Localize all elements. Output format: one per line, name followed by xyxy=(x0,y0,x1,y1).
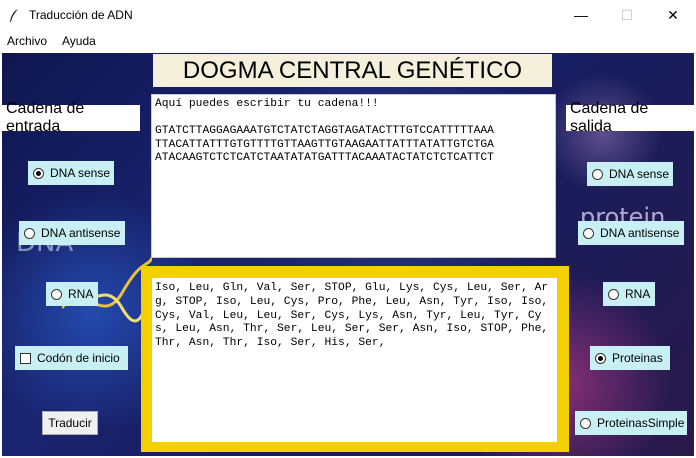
menu-ayuda[interactable]: Ayuda xyxy=(62,34,96,48)
option-label: DNA antisense xyxy=(41,226,121,240)
option-label: Proteinas xyxy=(612,351,663,365)
maximize-button[interactable]: ☐ xyxy=(604,0,650,30)
title-bar: Traducción de ADN — ☐ ✕ xyxy=(0,0,696,32)
option-label: RNA xyxy=(68,287,94,301)
input-option-dna-sense[interactable]: DNA sense xyxy=(28,161,114,185)
option-label: DNA sense xyxy=(50,166,111,180)
radio-icon[interactable] xyxy=(583,227,594,239)
input-textarea[interactable]: Aquí puedes escribir tu cadena!!! GTATCT… xyxy=(151,94,556,258)
input-label: Cadena de entrada xyxy=(2,100,140,135)
app-canvas: DNA protein DOGMA CENTRAL GENÉTICO Caden… xyxy=(2,53,694,456)
radio-icon[interactable] xyxy=(592,168,603,180)
menu-bar: Archivo Ayuda xyxy=(0,32,696,52)
option-label: RNA xyxy=(625,287,651,301)
output-option-proteinas-simple[interactable]: ProteinasSimple xyxy=(575,411,687,435)
checkbox-label: Codón de inicio xyxy=(37,351,120,365)
output-option-proteinas[interactable]: Proteinas xyxy=(590,346,670,370)
input-option-dna-antisense[interactable]: DNA antisense xyxy=(19,221,125,245)
radio-icon[interactable] xyxy=(33,167,44,179)
minimize-button[interactable]: — xyxy=(558,0,604,30)
option-label: DNA antisense xyxy=(600,226,680,240)
close-button[interactable]: ✕ xyxy=(650,0,696,30)
output-option-dna-antisense[interactable]: DNA antisense xyxy=(578,221,684,245)
radio-icon[interactable] xyxy=(608,288,619,300)
window-title: Traducción de ADN xyxy=(29,8,133,22)
output-option-rna[interactable]: RNA xyxy=(603,282,655,306)
radio-icon[interactable] xyxy=(51,288,62,300)
radio-icon[interactable] xyxy=(24,227,35,239)
radio-icon[interactable] xyxy=(595,352,606,364)
start-codon-checkbox[interactable]: Codón de inicio xyxy=(15,346,128,370)
option-label: ProteinasSimple xyxy=(597,416,685,430)
output-label: Cadena de salida xyxy=(566,100,694,135)
radio-icon[interactable] xyxy=(580,417,591,429)
output-option-dna-sense[interactable]: DNA sense xyxy=(587,162,673,186)
menu-archivo[interactable]: Archivo xyxy=(7,34,47,48)
checkbox-icon[interactable] xyxy=(20,352,31,364)
page-title: DOGMA CENTRAL GENÉTICO xyxy=(153,54,552,87)
output-textarea[interactable]: Iso, Leu, Gln, Val, Ser, STOP, Glu, Lys,… xyxy=(152,278,557,442)
option-label: DNA sense xyxy=(609,167,670,181)
translate-button[interactable]: Traducir xyxy=(42,411,98,435)
input-option-rna[interactable]: RNA xyxy=(46,282,98,306)
feather-icon xyxy=(10,9,18,22)
